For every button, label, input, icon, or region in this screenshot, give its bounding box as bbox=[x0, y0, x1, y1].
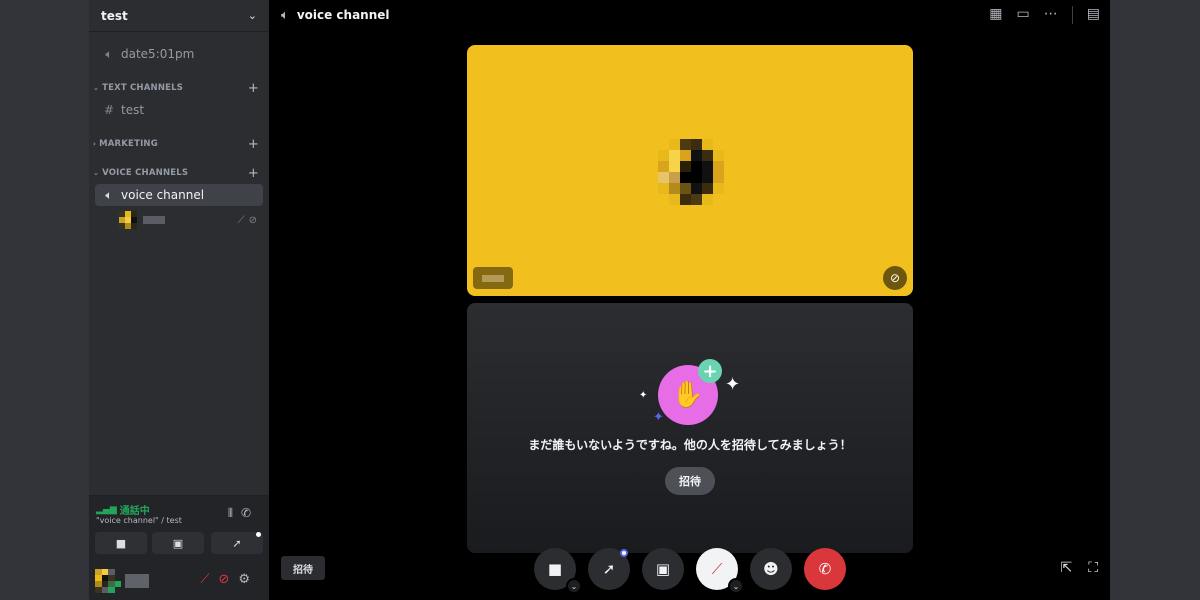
stage-corner-actions: ⇱ ⛶ bbox=[1060, 560, 1098, 576]
member-name-redacted bbox=[143, 216, 165, 224]
category-label: TEXT CHANNELS bbox=[102, 83, 184, 93]
mic-muted-icon[interactable]: ⟋ bbox=[200, 572, 218, 587]
mic-muted-icon: ⟋ bbox=[711, 560, 723, 578]
participant-tile[interactable]: ⊘ bbox=[467, 45, 913, 296]
activity-badge bbox=[620, 549, 628, 557]
hangup-icon: ✆ bbox=[818, 560, 832, 578]
plus-icon: + bbox=[698, 359, 722, 383]
server-name: test bbox=[101, 8, 128, 23]
smiley-icon: ☻ bbox=[763, 560, 779, 578]
rocket-icon: ➚ bbox=[602, 560, 616, 578]
popout-icon[interactable]: ⇱ bbox=[1060, 560, 1072, 576]
signal-icon: ▂▄▆ bbox=[96, 504, 117, 515]
chevron-down-icon: ⌄ bbox=[247, 9, 257, 22]
channel-voice[interactable]: 🔈︎ voice channel bbox=[95, 184, 263, 206]
invite-corner-button[interactable]: 招待 bbox=[281, 556, 325, 580]
header-actions: ▦ ▭ ⋯ ▤ bbox=[989, 6, 1100, 24]
channel-title: voice channel bbox=[296, 8, 390, 22]
activity-indicator-dot bbox=[256, 532, 261, 537]
invite-message: まだ誰もいないようですね。他の人を招待してみましょう！ bbox=[528, 438, 852, 452]
screen-share-icon: ▣ bbox=[655, 560, 671, 578]
server-rail bbox=[0, 0, 89, 600]
fullscreen-icon[interactable]: ⛶ bbox=[1088, 560, 1098, 576]
add-channel-icon[interactable]: + bbox=[248, 166, 263, 181]
mic-toggle-button[interactable]: ⟋ ⌄ bbox=[696, 548, 744, 594]
sparkle-icon: ✦ bbox=[653, 410, 664, 425]
chevron-down-icon: ⌄ bbox=[93, 84, 100, 92]
wave-user-icon: ✋ bbox=[671, 380, 705, 410]
channel-test-label: test bbox=[121, 103, 145, 117]
headset-muted-icon: ⊘ bbox=[248, 214, 261, 226]
screen-icon: ▣ bbox=[172, 536, 184, 550]
voice-connected-status[interactable]: ▂▄▆ 通話中 bbox=[96, 502, 150, 518]
member-status-icons: ⟋⊘ bbox=[238, 215, 261, 226]
channel-event[interactable]: 🔈︎ date5:01pm bbox=[95, 43, 263, 65]
disconnect-icon[interactable]: ✆ bbox=[241, 506, 259, 520]
participant-name-tag bbox=[473, 267, 513, 289]
category-voice-channels[interactable]: ⌄ VOICE CHANNELS + bbox=[93, 166, 263, 181]
hash-icon: # bbox=[103, 103, 115, 117]
camera-icon: ■ bbox=[547, 560, 563, 578]
rocket-icon: ➚ bbox=[232, 536, 242, 550]
invite-button[interactable]: 招待 bbox=[665, 467, 715, 495]
user-avatar[interactable] bbox=[95, 569, 121, 593]
category-marketing[interactable]: › MARKETING + bbox=[93, 137, 263, 152]
screenshare-toggle-button[interactable]: ▣ bbox=[642, 548, 684, 590]
inbox-icon[interactable]: ▭ bbox=[1017, 6, 1030, 24]
mic-options-chevron-icon[interactable]: ⌄ bbox=[728, 578, 744, 594]
add-channel-icon[interactable]: + bbox=[248, 81, 263, 96]
speaker-icon: 🔈︎ bbox=[105, 46, 113, 61]
activity-launch-button[interactable]: ➚ bbox=[588, 548, 630, 590]
category-label: MARKETING bbox=[99, 139, 158, 149]
noise-suppression-icon[interactable]: ⫴ bbox=[228, 506, 241, 520]
channel-header: 🔈︎ voice channel bbox=[269, 0, 1110, 30]
voice-status-subtitle: "voice channel" / test bbox=[96, 516, 182, 525]
channel-test[interactable]: # test bbox=[95, 99, 263, 121]
camera-options-chevron-icon[interactable]: ⌄ bbox=[566, 578, 582, 594]
gear-icon[interactable]: ⚙ bbox=[238, 572, 259, 587]
server-header[interactable]: test ⌄ bbox=[89, 0, 269, 32]
right-gutter bbox=[1110, 0, 1200, 600]
deafen-icon[interactable]: ⊘ bbox=[218, 572, 238, 587]
header-divider bbox=[1071, 6, 1073, 24]
category-label: VOICE CHANNELS bbox=[102, 168, 189, 178]
participant-name-redacted bbox=[482, 274, 504, 282]
voice-connection-panel: ▂▄▆ 通話中 "voice channel" / test ⫴✆ ■ ▣ ➚ bbox=[89, 495, 269, 560]
channel-voice-label: voice channel bbox=[121, 188, 205, 202]
screenshare-button[interactable]: ▣ bbox=[152, 532, 204, 554]
sparkle-icon: ✦ bbox=[725, 374, 741, 395]
deafen-status-icon: ⊘ bbox=[883, 266, 907, 290]
voice-panel-actions: ⫴✆ bbox=[228, 506, 259, 521]
voice-status-label: 通話中 bbox=[119, 506, 150, 517]
disconnect-button[interactable]: ✆ bbox=[804, 548, 846, 590]
layout-grid-icon[interactable]: ▦ bbox=[989, 6, 1002, 24]
sparkle-icon: ✦ bbox=[639, 390, 648, 401]
user-name-redacted bbox=[125, 574, 149, 588]
invite-tile: ✦ ✦ ✦ ✋ + まだ誰もいないようですね。他の人を招待してみましょう！ 招待 bbox=[467, 303, 913, 553]
chevron-down-icon: ⌄ bbox=[93, 169, 100, 177]
user-controls: ⟋⊘⚙ bbox=[200, 572, 259, 587]
speaker-icon: 🔈︎ bbox=[281, 7, 289, 23]
user-panel: ⟋⊘⚙ bbox=[89, 560, 269, 600]
camera-icon: ■ bbox=[115, 536, 127, 550]
mic-muted-icon: ⟋ bbox=[237, 214, 249, 226]
member-avatar bbox=[119, 211, 137, 229]
chevron-right-icon: › bbox=[93, 140, 97, 148]
more-icon[interactable]: ⋯ bbox=[1044, 6, 1058, 24]
camera-toggle-button[interactable]: ■ ⌄ bbox=[534, 548, 582, 594]
channel-event-label: date5:01pm bbox=[121, 47, 195, 61]
chat-icon[interactable]: ▤ bbox=[1087, 6, 1100, 24]
emoji-button[interactable]: ☻ bbox=[750, 548, 792, 590]
category-text-channels[interactable]: ⌄ TEXT CHANNELS + bbox=[93, 81, 263, 96]
voice-stage: 🔈︎ voice channel ▦ ▭ ⋯ ▤ ⊘ ✦ ✦ ✦ ✋ + まだ誰… bbox=[269, 0, 1110, 600]
add-channel-icon[interactable]: + bbox=[248, 137, 263, 152]
participant-avatar-pixelated bbox=[658, 139, 724, 205]
voice-member[interactable]: ⟋⊘ bbox=[119, 210, 261, 230]
speaker-icon: 🔈︎ bbox=[105, 187, 113, 202]
camera-button[interactable]: ■ bbox=[95, 532, 147, 554]
